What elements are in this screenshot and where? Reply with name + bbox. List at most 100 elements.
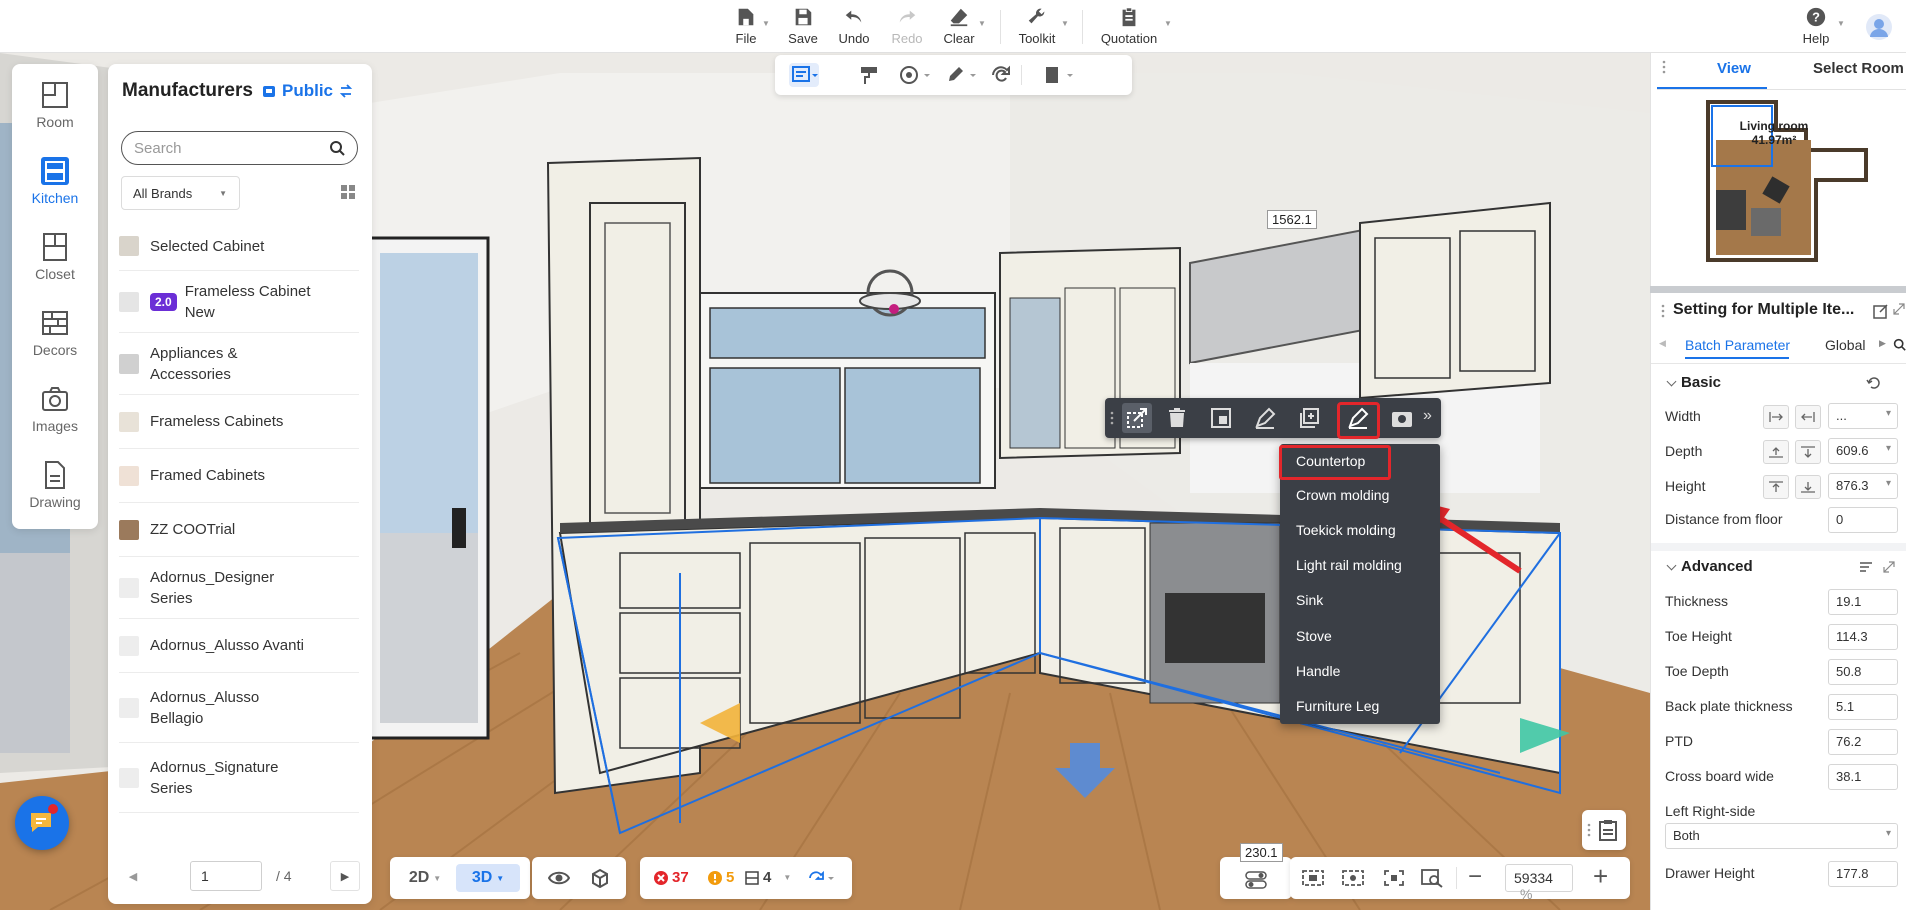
tab-global[interactable]: Global	[1825, 337, 1865, 353]
edit-pen-icon[interactable]	[1253, 406, 1277, 430]
help-caret-icon[interactable]: ▼	[1837, 19, 1845, 28]
tab-scroll-left-icon[interactable]: ◀	[1659, 338, 1666, 349]
warning-count[interactable]: 5	[708, 869, 734, 886]
align-left-icon[interactable]	[1763, 405, 1789, 429]
drag-handle-icon[interactable]	[1660, 303, 1666, 319]
drag-handle-icon[interactable]	[1661, 59, 1667, 75]
left-right-side-select[interactable]: Both	[1665, 823, 1898, 849]
menu-item-handle[interactable]: Handle	[1296, 663, 1340, 679]
duplicate-icon[interactable]	[1297, 406, 1321, 430]
next-page-icon[interactable]: ▶	[330, 861, 360, 891]
clear-button[interactable]: Clear	[942, 4, 976, 50]
tab-scroll-right-icon[interactable]: ▶	[1879, 338, 1886, 349]
fit-view-icon[interactable]	[1300, 868, 1326, 888]
undo-button[interactable]: Undo	[836, 4, 872, 50]
height-select[interactable]: 876.3	[1828, 473, 1898, 499]
filter-icon[interactable]	[1859, 561, 1873, 573]
clipboard-icon[interactable]	[1040, 63, 1074, 87]
expand-icon[interactable]	[1893, 303, 1905, 315]
nav-images[interactable]: Images	[12, 368, 98, 444]
section-basic[interactable]: Basic	[1681, 374, 1721, 391]
menu-item-stove[interactable]: Stove	[1296, 628, 1332, 644]
list-item[interactable]: Adornus_Designer Series	[119, 557, 359, 619]
nav-drawing[interactable]: Drawing	[12, 444, 98, 520]
avatar[interactable]	[1866, 14, 1892, 40]
replace-icon[interactable]	[1209, 406, 1233, 430]
zoom-in-button[interactable]: +	[1593, 863, 1608, 889]
grid-view-icon[interactable]	[341, 185, 355, 199]
list-item[interactable]: Adornus_Signature Series	[119, 743, 359, 813]
ptd-input[interactable]: 76.2	[1828, 729, 1898, 755]
scope-switch[interactable]: Public	[262, 81, 353, 101]
floorplan-map[interactable]: Living room 41.97m²	[1706, 100, 1876, 265]
prev-page-icon[interactable]: ◀	[118, 861, 148, 891]
list-item[interactable]: Adornus_Alusso Bellagio	[119, 673, 359, 743]
chat-support-button[interactable]	[15, 796, 69, 850]
select-mode-icon[interactable]	[789, 63, 819, 87]
tab-view[interactable]: View	[1717, 60, 1751, 77]
align-back-icon[interactable]	[1763, 440, 1789, 464]
search-icon[interactable]	[1893, 338, 1906, 351]
list-item[interactable]: ZZ COOTrial	[119, 503, 359, 557]
drag-handle-icon[interactable]	[1109, 410, 1115, 426]
distance-from-floor-input[interactable]: 0	[1828, 507, 1898, 533]
menu-item-sink[interactable]: Sink	[1296, 592, 1323, 608]
camera-settings-icon[interactable]	[1340, 868, 1366, 888]
menu-item-furniture-leg[interactable]: Furniture Leg	[1296, 698, 1379, 714]
save-button[interactable]: Save	[787, 4, 819, 50]
brand-filter-select[interactable]: All Brands ▼	[121, 176, 240, 210]
depth-select[interactable]: 609.6	[1828, 438, 1898, 464]
search-input[interactable]: Search	[121, 131, 358, 165]
menu-item-crown-molding[interactable]: Crown molding	[1296, 487, 1389, 503]
transform-icon[interactable]	[1122, 403, 1152, 433]
width-select[interactable]: ...	[1828, 403, 1898, 429]
list-item[interactable]: Selected Cabinet	[119, 222, 359, 271]
quotation-button[interactable]: Quotation	[1098, 4, 1160, 50]
search-icon[interactable]	[329, 140, 345, 156]
align-front-icon[interactable]	[1795, 440, 1821, 464]
center-view-icon[interactable]	[1382, 868, 1406, 888]
toe-height-input[interactable]: 114.3	[1828, 624, 1898, 650]
redo-button[interactable]: Redo	[889, 4, 925, 50]
page-number-input[interactable]: 1	[190, 861, 262, 891]
nav-closet[interactable]: Closet	[12, 216, 98, 292]
list-item[interactable]: Adornus_Alusso Avanti	[119, 619, 359, 673]
more-icon[interactable]: »	[1423, 407, 1432, 425]
menu-item-toekick-molding[interactable]: Toekick molding	[1296, 522, 1396, 538]
toolkit-caret-icon[interactable]: ▼	[1061, 19, 1069, 28]
cross-board-wide-input[interactable]: 38.1	[1828, 764, 1898, 790]
sync-icon[interactable]	[808, 870, 838, 886]
list-item[interactable]: Frameless Cabinets	[119, 395, 359, 449]
camera-rotate-icon[interactable]	[1390, 406, 1414, 430]
reset-icon[interactable]	[1866, 377, 1880, 389]
tab-select-room[interactable]: Select Room	[1813, 60, 1904, 77]
align-right-icon[interactable]	[1795, 405, 1821, 429]
help-button[interactable]: ? Help	[1799, 4, 1833, 50]
list-item[interactable]: Framed Cabinets	[119, 449, 359, 503]
zoom-area-icon[interactable]	[1420, 868, 1446, 888]
toe-depth-input[interactable]: 50.8	[1828, 659, 1898, 685]
mode-3d-button[interactable]: 3D ▼	[456, 864, 520, 892]
drawer-height-input[interactable]: 177.8	[1828, 861, 1898, 887]
material-icon[interactable]	[897, 63, 931, 87]
mode-2d-button[interactable]: 2D ▼	[398, 864, 452, 892]
brush-icon[interactable]	[943, 63, 977, 87]
list-item[interactable]: Appliances & Accessories	[119, 333, 359, 395]
error-count[interactable]: 37	[654, 869, 689, 886]
zoom-level-input[interactable]: 59334 %	[1505, 864, 1573, 902]
delete-icon[interactable]	[1165, 406, 1189, 430]
menu-item-light-rail-molding[interactable]: Light rail molding	[1296, 557, 1402, 573]
eye-icon[interactable]	[548, 868, 570, 888]
cube-icon[interactable]	[589, 868, 611, 888]
refresh-icon[interactable]	[989, 63, 1013, 87]
file-button[interactable]: File	[731, 4, 761, 50]
nav-kitchen[interactable]: Kitchen	[12, 140, 98, 216]
align-top-icon[interactable]	[1763, 475, 1789, 499]
nav-room[interactable]: Room	[12, 64, 98, 140]
edit-icon[interactable]	[1873, 303, 1889, 319]
tab-batch-parameter[interactable]: Batch Parameter	[1685, 337, 1790, 353]
expand-icon[interactable]	[1883, 561, 1895, 573]
zoom-out-button[interactable]: −	[1468, 865, 1482, 889]
quotation-caret-icon[interactable]: ▼	[1164, 19, 1172, 28]
toggle-icon[interactable]	[1244, 870, 1268, 890]
